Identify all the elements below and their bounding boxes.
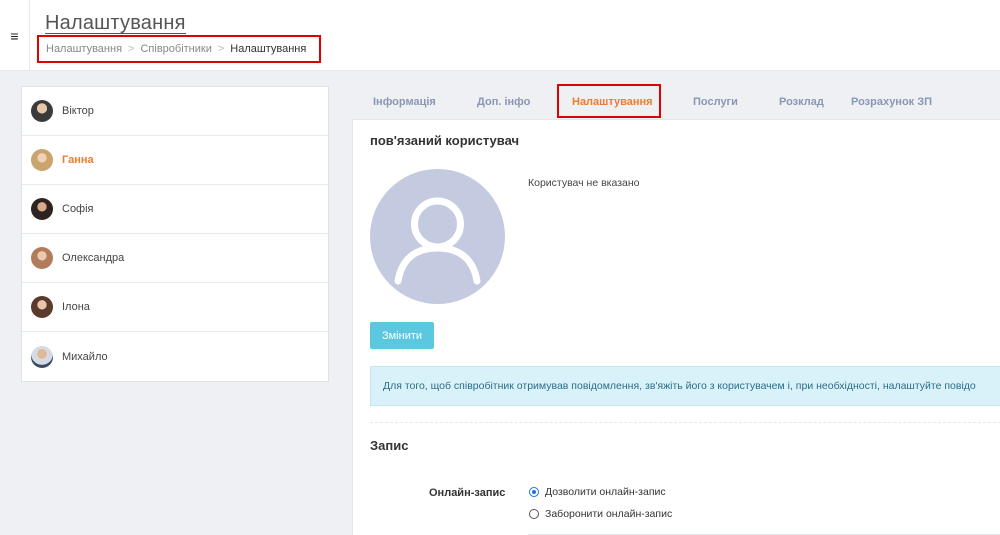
employee-name: Михайло: [62, 350, 108, 363]
breadcrumb-current: Налаштування: [230, 43, 307, 55]
user-not-set-text: Користувач не вказано: [528, 177, 640, 189]
breadcrumb-item-employees[interactable]: Співробітники: [140, 43, 211, 55]
avatar: [31, 149, 53, 171]
breadcrumb-item-settings[interactable]: Налаштування: [46, 43, 122, 55]
allow-online-booking-label: Дозволити онлайн-запис: [545, 486, 666, 498]
employee-name: Віктор: [62, 105, 94, 117]
employee-item-ilona[interactable]: Ілона: [22, 283, 328, 332]
tab-services[interactable]: Послуги: [693, 96, 738, 108]
employee-item-oleksandra[interactable]: Олександра: [22, 234, 328, 283]
info-alert-text: Для того, щоб співробітник отримував пов…: [383, 380, 976, 392]
info-alert: Для того, щоб співробітник отримував пов…: [370, 366, 1000, 406]
employee-item-hanna[interactable]: Ганна: [22, 136, 328, 185]
hamburger-icon[interactable]: ≡: [10, 29, 18, 43]
employee-item-sofia[interactable]: Софія: [22, 185, 328, 234]
deny-online-booking-option[interactable]: Заборонити онлайн-запис: [529, 508, 672, 520]
tab-additional-info[interactable]: Доп. інфо: [477, 96, 530, 108]
employee-name: Ганна: [62, 154, 94, 166]
allow-online-booking-option[interactable]: Дозволити онлайн-запис: [529, 486, 666, 498]
settings-panel: пов'язаний користувач Користувач не вказ…: [352, 119, 1000, 535]
breadcrumb-separator: >: [128, 43, 135, 55]
menu-toggle-button[interactable]: ≡: [0, 0, 30, 71]
tab-salary[interactable]: Розрахунок ЗП: [851, 96, 932, 108]
section-divider: [370, 422, 1000, 423]
avatar: [31, 345, 53, 368]
employee-item-viktor[interactable]: Віктор: [22, 87, 328, 136]
tab-settings[interactable]: Налаштування: [572, 96, 653, 108]
top-bar: ≡ Налаштування Налаштування > Співробітн…: [0, 0, 1000, 71]
tab-bar: Інформація Доп. інфо Налаштування Послуг…: [352, 86, 1000, 119]
allow-online-booking-radio[interactable]: [529, 487, 539, 497]
avatar: [31, 100, 53, 122]
avatar: [31, 296, 53, 318]
page-title: Налаштування: [45, 12, 186, 34]
avatar: [31, 198, 53, 220]
breadcrumb-separator: >: [217, 43, 225, 55]
booking-section-title: Запис: [370, 438, 409, 453]
deny-online-booking-label: Заборонити онлайн-запис: [545, 508, 673, 520]
employee-name: Ілона: [62, 301, 90, 313]
breadcrumb: Налаштування > Співробітники > Налаштува…: [37, 35, 321, 63]
employee-name: Олександра: [62, 252, 125, 264]
linked-user-title: пов'язаний користувач: [370, 133, 520, 148]
employee-name: Софія: [62, 203, 94, 215]
online-booking-label: Онлайн-запис: [429, 487, 506, 499]
tab-schedule[interactable]: Розклад: [779, 96, 824, 108]
avatar: [31, 247, 53, 269]
change-user-button[interactable]: Змінити: [370, 322, 434, 349]
employee-item-mykhailo[interactable]: Михайло: [22, 332, 328, 381]
user-placeholder-icon: [370, 169, 505, 304]
deny-online-booking-radio[interactable]: [529, 509, 539, 519]
employee-list: Віктор Ганна Софія Олександра Ілона Миха…: [21, 86, 329, 382]
tab-information[interactable]: Інформація: [373, 96, 436, 108]
